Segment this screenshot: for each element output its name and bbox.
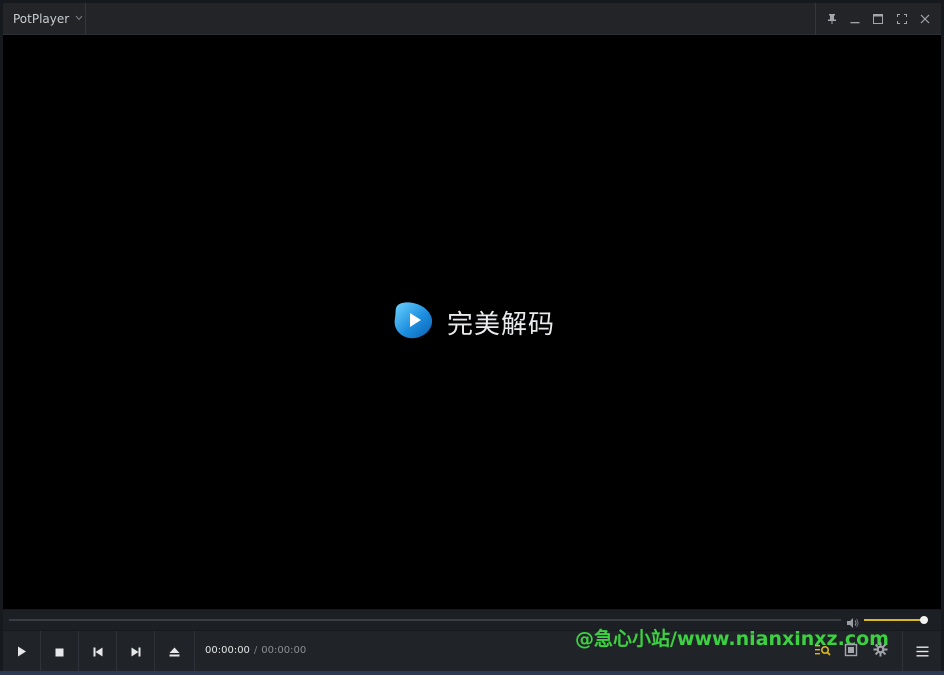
panel-icon xyxy=(844,642,858,661)
app-menu-button[interactable]: PotPlayer xyxy=(3,3,86,34)
app-title: PotPlayer xyxy=(13,11,70,26)
volume-knob[interactable] xyxy=(920,616,928,624)
seek-bar[interactable] xyxy=(9,619,841,621)
playlist-search-button[interactable] xyxy=(811,639,835,663)
fullscreen-icon[interactable] xyxy=(893,10,911,28)
eject-icon xyxy=(169,642,180,661)
maximize-icon[interactable] xyxy=(869,10,887,28)
decoder-logo-text: 完美解码 xyxy=(447,309,556,340)
video-area[interactable]: 完美解码 xyxy=(3,35,941,609)
stop-button[interactable] xyxy=(41,631,79,671)
title-bar: PotPlayer xyxy=(3,3,941,35)
current-time: 00:00:00 xyxy=(205,645,250,656)
previous-icon xyxy=(93,642,103,661)
chevron-down-icon xyxy=(75,14,83,24)
window-controls xyxy=(815,3,941,34)
pin-icon[interactable] xyxy=(823,10,841,28)
volume-fill xyxy=(864,619,924,621)
volume-slider[interactable] xyxy=(864,616,928,624)
previous-button[interactable] xyxy=(79,631,117,671)
decoder-logo: 完美解码 xyxy=(393,300,555,344)
minimize-icon[interactable] xyxy=(846,10,864,28)
next-button[interactable] xyxy=(117,631,155,671)
time-display: 00:00:00/00:00:00 xyxy=(205,645,306,656)
menu-icon xyxy=(916,642,929,661)
play-icon xyxy=(17,642,27,661)
control-bar: 00:00:00/00:00:00 @急心小站/www.nianxinxz.co… xyxy=(3,628,941,671)
main-menu-button[interactable] xyxy=(902,631,941,671)
potplayer-window: PotPlayer 完美解码 00:00:00 / 00:00:00 @急心小站… xyxy=(0,0,944,675)
window-bottom-edge xyxy=(0,671,944,675)
play-button[interactable] xyxy=(3,631,41,671)
time-separator: / xyxy=(253,645,258,656)
close-icon[interactable] xyxy=(916,10,934,28)
decoder-logo-icon xyxy=(393,300,435,344)
playlist-search-icon xyxy=(814,642,832,661)
next-icon xyxy=(131,642,141,661)
eject-button[interactable] xyxy=(155,631,195,671)
settings-icon xyxy=(873,642,888,661)
duration: 00:00:00 xyxy=(261,645,307,656)
panel-button[interactable] xyxy=(839,639,863,663)
stop-icon xyxy=(55,642,64,661)
settings-button[interactable] xyxy=(868,639,892,663)
